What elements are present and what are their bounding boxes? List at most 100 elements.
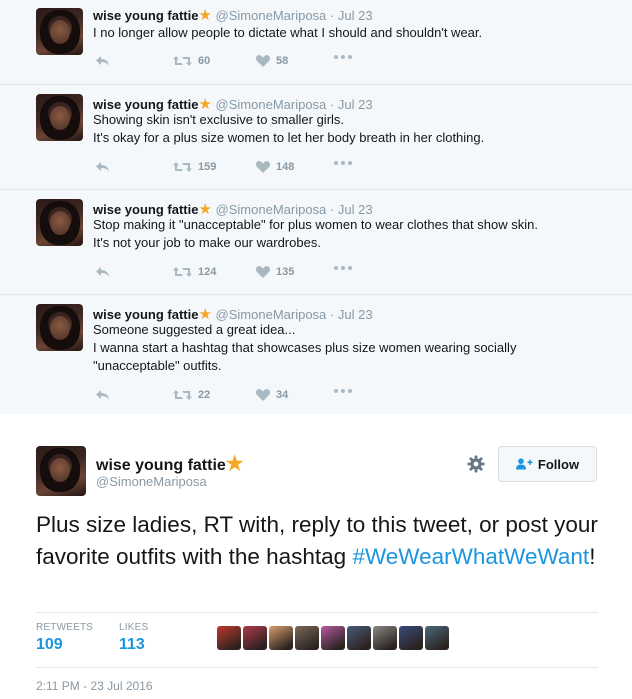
- like-button[interactable]: 148: [256, 161, 294, 173]
- tweet-text-end: !: [589, 544, 596, 569]
- retweet-icon: [173, 390, 192, 400]
- avatar[interactable]: [36, 8, 83, 55]
- tweet-text: Plus size ladies, RT with, reply to this…: [36, 509, 606, 573]
- retweet-button[interactable]: 22: [173, 389, 210, 401]
- tweet-text-line: It's okay for a plus size women to let h…: [93, 130, 485, 145]
- settings-gear-icon[interactable]: [467, 455, 485, 478]
- author-name[interactable]: wise young fattie: [96, 457, 226, 474]
- tweet-date[interactable]: Jul 23: [338, 307, 373, 322]
- hashtag-link[interactable]: #WeWearWhatWeWant: [352, 544, 589, 569]
- avatar[interactable]: [36, 94, 83, 141]
- liker-avatar[interactable]: [347, 626, 371, 650]
- avatar[interactable]: [36, 304, 83, 351]
- more-icon[interactable]: [334, 266, 352, 270]
- follow-label: Follow: [537, 456, 580, 472]
- retweet-button[interactable]: 60: [173, 55, 210, 67]
- heart-icon: [256, 389, 270, 401]
- thread-tweet-3[interactable]: wise young fattie★ @SimoneMariposa · Jul…: [0, 190, 632, 295]
- reply-icon[interactable]: [95, 55, 110, 67]
- tweet-text-line: It's not your job to make our wardrobes.: [93, 235, 321, 250]
- liker-avatar[interactable]: [295, 626, 319, 650]
- likes-value: 113: [119, 636, 145, 653]
- likes-label: LIKES: [119, 622, 149, 633]
- more-icon[interactable]: [334, 161, 352, 165]
- tweet-text-line: Stop making it "unacceptable" for plus w…: [93, 217, 538, 232]
- retweets-stat[interactable]: RETWEETS 109: [36, 622, 93, 654]
- star-icon: ★: [198, 7, 212, 24]
- conversation-thread: wise young fattie★ @SimoneMariposa · Jul…: [0, 0, 632, 414]
- divider: [36, 667, 598, 668]
- liker-avatar[interactable]: [269, 626, 293, 650]
- liker-avatar[interactable]: [217, 626, 241, 650]
- author-name[interactable]: wise young fattie: [93, 8, 198, 23]
- author-handle[interactable]: @SimoneMariposa: [216, 97, 327, 112]
- author-handle[interactable]: @SimoneMariposa: [216, 202, 327, 217]
- reply-icon[interactable]: [95, 389, 110, 401]
- like-button[interactable]: 135: [256, 266, 294, 278]
- retweet-button[interactable]: 159: [173, 161, 216, 173]
- tweet-text-line: I wanna start a hashtag that showcases p…: [93, 340, 517, 355]
- author-handle[interactable]: @SimoneMariposa: [216, 8, 327, 23]
- like-button[interactable]: 34: [256, 389, 288, 401]
- liker-avatar[interactable]: [243, 626, 267, 650]
- liker-avatar[interactable]: [399, 626, 423, 650]
- avatar[interactable]: [36, 446, 86, 496]
- thread-tweet-2[interactable]: wise young fattie★ @SimoneMariposa · Jul…: [0, 85, 632, 190]
- likers-avatars: [217, 626, 449, 650]
- heart-icon: [256, 161, 270, 173]
- retweet-count: 124: [198, 266, 217, 278]
- author-name[interactable]: wise young fattie: [93, 307, 198, 322]
- add-user-icon: [515, 458, 533, 470]
- star-icon: ★: [225, 453, 244, 475]
- tweet-date[interactable]: Jul 23: [338, 97, 373, 112]
- liker-avatar[interactable]: [373, 626, 397, 650]
- tweet-date[interactable]: Jul 23: [338, 202, 373, 217]
- separator-dot: ·: [329, 97, 335, 112]
- like-count: 34: [276, 389, 289, 401]
- liker-avatar[interactable]: [321, 626, 345, 650]
- like-button[interactable]: 58: [256, 55, 288, 67]
- liker-avatar[interactable]: [425, 626, 449, 650]
- like-count: 148: [276, 161, 295, 173]
- author-handle[interactable]: @SimoneMariposa: [216, 307, 327, 322]
- thread-tweet-4[interactable]: wise young fattie★ @SimoneMariposa · Jul…: [0, 295, 632, 414]
- reply-icon[interactable]: [95, 161, 110, 173]
- retweet-icon: [173, 162, 192, 172]
- author-handle[interactable]: @SimoneMariposa: [96, 474, 207, 489]
- tweet-date[interactable]: Jul 23: [338, 8, 373, 23]
- tweet-text: Showing skin isn't exclusive to smaller …: [93, 111, 613, 147]
- heart-icon: [256, 266, 270, 278]
- author-name[interactable]: wise young fattie: [93, 202, 198, 217]
- reply-icon[interactable]: [95, 266, 110, 278]
- like-count: 58: [276, 55, 289, 67]
- tweet-text: Stop making it "unacceptable" for plus w…: [93, 216, 613, 252]
- author-name[interactable]: wise young fattie: [93, 97, 198, 112]
- retweets-label: RETWEETS: [36, 622, 94, 633]
- separator-dot: ·: [329, 8, 335, 23]
- retweet-button[interactable]: 124: [173, 266, 216, 278]
- tweet-text-line: "unacceptable" outfits.: [93, 358, 222, 373]
- follow-button[interactable]: Follow: [498, 446, 597, 482]
- tweet-text: I no longer allow people to dictate what…: [93, 24, 613, 42]
- retweet-icon: [173, 267, 192, 277]
- tweet-text: Someone suggested a great idea... I wann…: [93, 321, 613, 375]
- separator-dot: ·: [329, 307, 335, 322]
- tweet-text-line: I no longer allow people to dictate what…: [93, 25, 483, 40]
- tweet-text-line: Showing skin isn't exclusive to smaller …: [93, 112, 345, 127]
- more-icon[interactable]: [334, 389, 352, 393]
- divider: [36, 612, 598, 613]
- like-count: 135: [276, 266, 295, 278]
- thread-tweet-1[interactable]: wise young fattie★ @SimoneMariposa · Jul…: [0, 0, 632, 85]
- tweet-text-line: Someone suggested a great idea...: [93, 322, 296, 337]
- retweet-icon: [173, 56, 192, 66]
- tweet-timestamp[interactable]: 2:11 PM - 23 Jul 2016: [36, 679, 153, 693]
- more-icon[interactable]: [334, 55, 352, 59]
- retweet-count: 159: [198, 161, 217, 173]
- avatar[interactable]: [36, 199, 83, 246]
- separator-dot: ·: [329, 202, 335, 217]
- retweet-count: 22: [198, 389, 211, 401]
- retweets-value: 109: [36, 636, 63, 653]
- retweet-count: 60: [198, 55, 211, 67]
- heart-icon: [256, 55, 270, 67]
- likes-stat[interactable]: LIKES 113: [119, 622, 148, 654]
